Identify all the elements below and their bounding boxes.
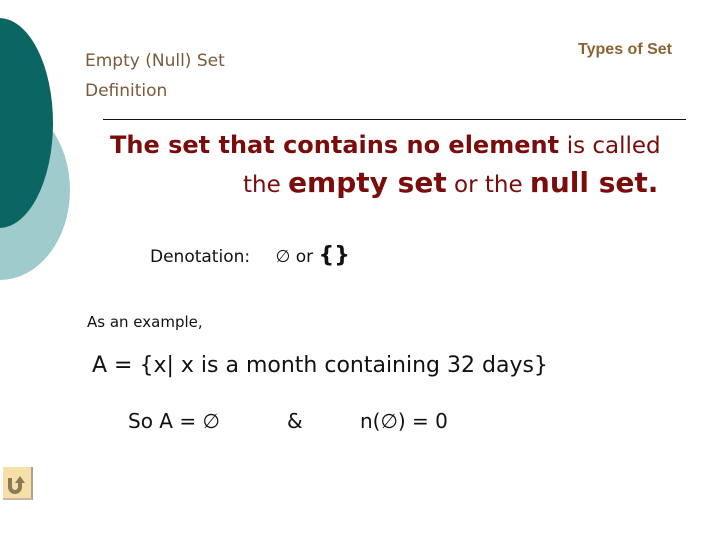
example-conclusion: So A = ∅ [128, 409, 220, 433]
definition-normal-text: is called [566, 133, 661, 159]
example-intro: As an example, [87, 313, 203, 331]
definition-text: or the [454, 172, 523, 198]
term-null-set: null set [529, 166, 648, 199]
slide-subtitle: Empty (Null) Set [85, 51, 225, 71]
example-ampersand: & [287, 409, 303, 433]
slide-subtitle-definition: Definition [85, 81, 168, 101]
definition-bold-text: The set that contains no element [110, 131, 560, 159]
return-arrow-icon [8, 475, 25, 494]
empty-braces-symbol: {} [318, 243, 350, 268]
back-button[interactable] [3, 467, 33, 500]
definition-line-2: the empty set or the null set. [243, 166, 658, 199]
divider [103, 119, 686, 120]
definition-text: the [243, 172, 281, 198]
denotation: Denotation: ∅ or {} [150, 243, 350, 268]
denotation-or: or [295, 247, 314, 267]
definition-line-1: The set that contains no element is call… [110, 131, 661, 159]
empty-set-symbol: ∅ [275, 247, 291, 267]
period: . [647, 166, 659, 199]
denotation-label: Denotation: [150, 247, 251, 267]
section-title: Types of Set [578, 41, 672, 58]
term-empty-set: empty set [288, 166, 447, 199]
example-cardinality: n(∅) = 0 [360, 409, 448, 433]
example-set-definition: A = {x| x is a month containing 32 days} [92, 353, 548, 378]
